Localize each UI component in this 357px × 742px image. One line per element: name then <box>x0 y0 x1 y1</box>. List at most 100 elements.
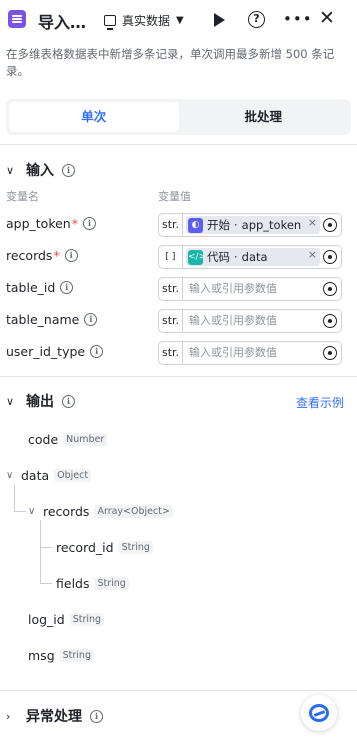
type-badge: String <box>69 612 105 626</box>
chevron-down-icon[interactable]: ∨ <box>28 506 38 517</box>
info-icon[interactable]: i <box>90 709 103 723</box>
input-row-records: records * i [ ] </> 代码 · data × <box>0 245 357 269</box>
monitor-icon <box>104 14 116 30</box>
ref-dot: · <box>234 250 238 264</box>
ref-source: 开始 <box>207 218 230 232</box>
reference-target-icon[interactable] <box>323 218 337 232</box>
input-row-app-token: app_token * i str. ◐ 开始 · app_token × <box>0 213 357 237</box>
type-selector[interactable]: str. <box>159 214 183 236</box>
output-item-records: ∨ records Array<Object> <box>28 502 173 520</box>
divider <box>0 690 357 691</box>
type-badge: String <box>94 576 129 590</box>
var-value-field[interactable]: str. ◐ 开始 · app_token × <box>158 213 342 237</box>
run-mode-tabs: 单次 批处理 <box>6 99 351 135</box>
node-description: 在多维表格数据表中新增多条记录，单次调用最多新增 500 条记录。 <box>6 47 335 78</box>
type-badge: Object <box>54 468 92 482</box>
chevron-down-icon[interactable]: ∨ <box>6 470 16 481</box>
chevron-down-icon: ∨ <box>6 394 15 408</box>
view-example-link[interactable]: 查看示例 <box>296 394 344 411</box>
input-row-table-name: table_name i str. 输入或引用参数值 <box>0 309 357 333</box>
exception-section-header[interactable]: › 异常处理 i <box>6 706 103 726</box>
info-icon[interactable]: i <box>82 217 96 230</box>
caret-down-icon: ▼ <box>176 14 184 26</box>
assistant-logo-icon <box>309 704 329 722</box>
value-input[interactable]: 输入或引用参数值 <box>189 278 277 300</box>
remove-icon[interactable]: × <box>308 216 317 229</box>
type-badge: Number <box>63 432 108 446</box>
ref-field: data <box>241 250 268 264</box>
more-icon[interactable]: ••• <box>283 10 313 28</box>
col-header-name: 变量名 <box>6 190 39 203</box>
panel-header: 导入… 真实数据 ▼ ? ••• ✕ <box>0 0 357 40</box>
output-item-fields: fields String <box>56 574 129 592</box>
divider <box>0 144 357 145</box>
info-icon[interactable]: i <box>62 163 75 177</box>
output-name: records <box>43 503 90 519</box>
play-icon[interactable] <box>214 13 225 27</box>
info-icon[interactable]: i <box>60 281 74 294</box>
output-name: record_id <box>56 539 114 555</box>
type-badge: Array<Object> <box>94 504 173 518</box>
var-name: table_id <box>6 280 56 295</box>
reference-target-icon[interactable] <box>323 314 337 328</box>
var-value-field[interactable]: [ ] </> 代码 · data × <box>158 245 342 269</box>
input-row-user-id-type: user_id_type i str. 输入或引用参数值 <box>0 341 357 365</box>
var-value-field[interactable]: str. 输入或引用参数值 <box>158 341 342 365</box>
data-mode-dropdown[interactable]: 真实数据 ▼ <box>104 10 184 30</box>
var-name: records <box>6 248 53 263</box>
output-name: msg <box>28 647 55 663</box>
info-icon[interactable]: i <box>90 345 104 358</box>
required-mark: * <box>71 216 78 231</box>
output-item-data: ∨ data Object <box>6 466 92 484</box>
input-section-header[interactable]: ∨ 输入 i <box>6 160 75 180</box>
required-mark: * <box>53 248 60 263</box>
remove-icon[interactable]: × <box>308 248 317 261</box>
tab-batch[interactable]: 批处理 <box>179 102 349 132</box>
output-name: log_id <box>28 611 65 627</box>
col-header-value: 变量值 <box>158 190 191 203</box>
ref-field: app_token <box>241 218 302 232</box>
app-icon <box>8 10 26 28</box>
output-item-log-id: log_id String <box>28 610 105 628</box>
type-selector[interactable]: [ ] <box>159 246 183 268</box>
type-selector[interactable]: str. <box>159 278 183 300</box>
output-name: code <box>28 431 59 447</box>
tree-line <box>40 520 41 584</box>
input-section-title: 输入 <box>26 163 54 179</box>
assistant-fab-button[interactable] <box>301 695 337 731</box>
close-icon[interactable]: ✕ <box>319 7 335 29</box>
tab-single[interactable]: 单次 <box>9 102 179 132</box>
info-icon[interactable]: i <box>84 313 98 326</box>
tree-line <box>40 583 52 584</box>
reference-chip[interactable]: </> 代码 · data × <box>186 248 320 266</box>
var-name: app_token <box>6 216 71 231</box>
chevron-right-icon: › <box>6 709 11 723</box>
type-selector[interactable]: str. <box>159 310 183 332</box>
type-badge: String <box>59 648 94 662</box>
tree-line <box>14 484 15 512</box>
help-icon[interactable]: ? <box>248 11 265 28</box>
type-selector[interactable]: str. <box>159 342 183 364</box>
type-badge: String <box>118 540 153 554</box>
info-icon[interactable]: i <box>64 249 78 262</box>
var-value-field[interactable]: str. 输入或引用参数值 <box>158 309 342 333</box>
tree-line <box>14 511 26 512</box>
output-item-record-id: record_id String <box>56 538 153 556</box>
node-title[interactable]: 导入… <box>38 9 86 33</box>
reference-target-icon[interactable] <box>323 250 337 264</box>
value-input[interactable]: 输入或引用参数值 <box>189 342 277 364</box>
info-icon[interactable]: i <box>62 394 75 408</box>
data-mode-label: 真实数据 <box>122 13 171 28</box>
var-value-field[interactable]: str. 输入或引用参数值 <box>158 277 342 301</box>
value-input[interactable]: 输入或引用参数值 <box>189 310 277 332</box>
chevron-down-icon: ∨ <box>6 163 15 177</box>
output-section-header[interactable]: ∨ 输出 i <box>6 391 75 411</box>
reference-target-icon[interactable] <box>323 282 337 296</box>
exception-section-title: 异常处理 <box>26 709 82 725</box>
divider <box>0 376 357 377</box>
reference-target-icon[interactable] <box>323 346 337 360</box>
reference-chip[interactable]: ◐ 开始 · app_token × <box>186 216 320 234</box>
output-name: fields <box>56 575 90 591</box>
tree-line <box>40 547 52 548</box>
output-name: data <box>21 467 50 483</box>
